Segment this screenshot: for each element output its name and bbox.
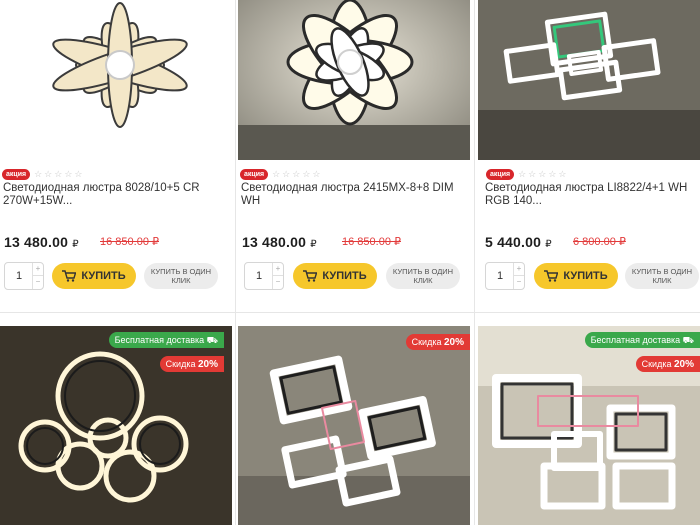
rating-stars: ☆ ☆ ☆ ☆ ☆	[272, 169, 320, 180]
discount-value: 20%	[443, 337, 464, 348]
buy-button[interactable]: КУПИТЬ	[293, 263, 377, 289]
star-outline-icon[interactable]: ☆	[44, 169, 52, 180]
currency-symbol: ₽	[310, 239, 317, 250]
sale-badge: акция	[486, 168, 515, 180]
buy-button[interactable]: КУПИТЬ	[534, 263, 618, 289]
discount-tag: Скидка 20%	[635, 356, 700, 372]
column-divider	[474, 0, 475, 525]
star-outline-icon[interactable]: ☆	[528, 169, 536, 180]
star-outline-icon[interactable]: ☆	[272, 169, 280, 180]
product-title[interactable]: Светодиодная люстра 8028/10+5 CR 270W+15…	[3, 182, 228, 208]
star-outline-icon[interactable]: ☆	[74, 169, 82, 180]
sale-badge: акция	[240, 168, 269, 180]
badge-row: акция ☆ ☆ ☆ ☆ ☆	[2, 167, 82, 181]
product-image[interactable]	[478, 0, 700, 160]
chandelier-four-squares-image	[238, 326, 470, 525]
free-shipping-label: Бесплатная доставка	[114, 335, 205, 345]
truck-icon: ⛟	[682, 335, 694, 345]
chandelier-flower-image	[0, 0, 232, 160]
buy-label: КУПИТЬ	[81, 270, 126, 282]
star-outline-icon[interactable]: ☆	[312, 169, 320, 180]
quantity-increase-button[interactable]: +	[32, 263, 43, 276]
discount-prefix: Скидка	[641, 359, 672, 369]
product-price: 13 480.00 ₽	[242, 234, 317, 250]
product-price: 13 480.00 ₽	[4, 234, 79, 250]
star-outline-icon[interactable]: ☆	[538, 169, 546, 180]
star-outline-icon[interactable]: ☆	[282, 169, 290, 180]
price-value: 13 480.00	[4, 234, 69, 250]
discount-value: 20%	[673, 359, 694, 370]
quantity-decrease-button[interactable]: −	[513, 276, 524, 289]
quantity-input[interactable]: 1	[486, 263, 514, 289]
product-title[interactable]: Светодиодная люстра LI8822/4+1 WH RGB 14…	[485, 182, 697, 208]
rating-stars: ☆ ☆ ☆ ☆ ☆	[518, 169, 566, 180]
one-click-buy-button[interactable]: КУПИТЬ В ОДИН КЛИК	[625, 263, 699, 289]
product-title[interactable]: Светодиодная люстра 2415MX-8+8 DIM WH	[241, 182, 466, 208]
cart-icon	[544, 270, 559, 282]
quantity-stepper[interactable]: 1 + −	[4, 262, 44, 290]
buy-button[interactable]: КУПИТЬ	[52, 263, 136, 289]
chandelier-squares-rgb-image	[478, 0, 700, 160]
chandelier-lotus-image	[238, 0, 470, 160]
currency-symbol: ₽	[72, 239, 79, 250]
row-divider	[0, 312, 700, 313]
quantity-increase-button[interactable]: +	[513, 263, 524, 276]
rating-stars: ☆ ☆ ☆ ☆ ☆	[34, 169, 82, 180]
quantity-increase-button[interactable]: +	[272, 263, 283, 276]
one-click-buy-button[interactable]: КУПИТЬ В ОДИН КЛИК	[386, 263, 460, 289]
product-image[interactable]	[0, 0, 232, 160]
star-outline-icon[interactable]: ☆	[34, 169, 42, 180]
truck-icon: ⛟	[206, 335, 218, 345]
column-divider	[235, 0, 236, 525]
discount-prefix: Скидка	[165, 359, 196, 369]
product-image[interactable]	[238, 0, 470, 160]
discount-tag: Скидка 20%	[159, 356, 224, 372]
product-price: 5 440.00 ₽	[485, 234, 552, 250]
quantity-decrease-button[interactable]: −	[32, 276, 43, 289]
discount-tag: Скидка 20%	[405, 334, 470, 350]
star-outline-icon[interactable]: ☆	[54, 169, 62, 180]
star-outline-icon[interactable]: ☆	[558, 169, 566, 180]
quantity-input[interactable]: 1	[5, 263, 33, 289]
buy-label: КУПИТЬ	[322, 270, 367, 282]
product-grid: акция ☆ ☆ ☆ ☆ ☆ Светодиодная люстра 8028…	[0, 0, 700, 525]
currency-symbol: ₽	[545, 239, 552, 250]
star-outline-icon[interactable]: ☆	[548, 169, 556, 180]
quantity-stepper[interactable]: 1 + −	[485, 262, 525, 290]
quantity-stepper[interactable]: 1 + −	[244, 262, 284, 290]
price-value: 5 440.00	[485, 234, 542, 250]
star-outline-icon[interactable]: ☆	[64, 169, 72, 180]
product-card[interactable]: Бесплатная доставка ⛟ Скидка 20%	[478, 326, 700, 525]
discount-value: 20%	[197, 359, 218, 370]
free-shipping-label: Бесплатная доставка	[590, 335, 681, 345]
discount-prefix: Скидка	[411, 337, 442, 347]
free-shipping-tag: Бесплатная доставка ⛟	[108, 332, 224, 348]
badge-row: акция ☆ ☆ ☆ ☆ ☆	[486, 167, 566, 181]
cart-icon	[303, 270, 318, 282]
price-value: 13 480.00	[242, 234, 307, 250]
star-outline-icon[interactable]: ☆	[292, 169, 300, 180]
buy-label: КУПИТЬ	[563, 270, 608, 282]
cart-icon	[62, 270, 77, 282]
free-shipping-tag: Бесплатная доставка ⛟	[584, 332, 700, 348]
sale-badge: акция	[2, 168, 31, 180]
old-price: 16 850.00 ₽	[342, 236, 401, 248]
product-card[interactable]: Скидка 20%	[238, 326, 470, 525]
product-card[interactable]: Бесплатная доставка ⛟ Скидка 20%	[0, 326, 232, 525]
old-price: 6 800.00 ₽	[573, 236, 626, 248]
product-card[interactable]: акция ☆ ☆ ☆ ☆ ☆ Светодиодная люстра 2415…	[238, 0, 470, 300]
product-card[interactable]: акция ☆ ☆ ☆ ☆ ☆ Светодиодная люстра 8028…	[0, 0, 232, 300]
product-image[interactable]	[238, 326, 470, 525]
quantity-decrease-button[interactable]: −	[272, 276, 283, 289]
old-price: 16 850.00 ₽	[100, 236, 159, 248]
badge-row: акция ☆ ☆ ☆ ☆ ☆	[240, 167, 320, 181]
star-outline-icon[interactable]: ☆	[518, 169, 526, 180]
product-card[interactable]: акция ☆ ☆ ☆ ☆ ☆ Светодиодная люстра LI88…	[478, 0, 700, 300]
quantity-input[interactable]: 1	[245, 263, 273, 289]
one-click-buy-button[interactable]: КУПИТЬ В ОДИН КЛИК	[144, 263, 218, 289]
star-outline-icon[interactable]: ☆	[302, 169, 310, 180]
